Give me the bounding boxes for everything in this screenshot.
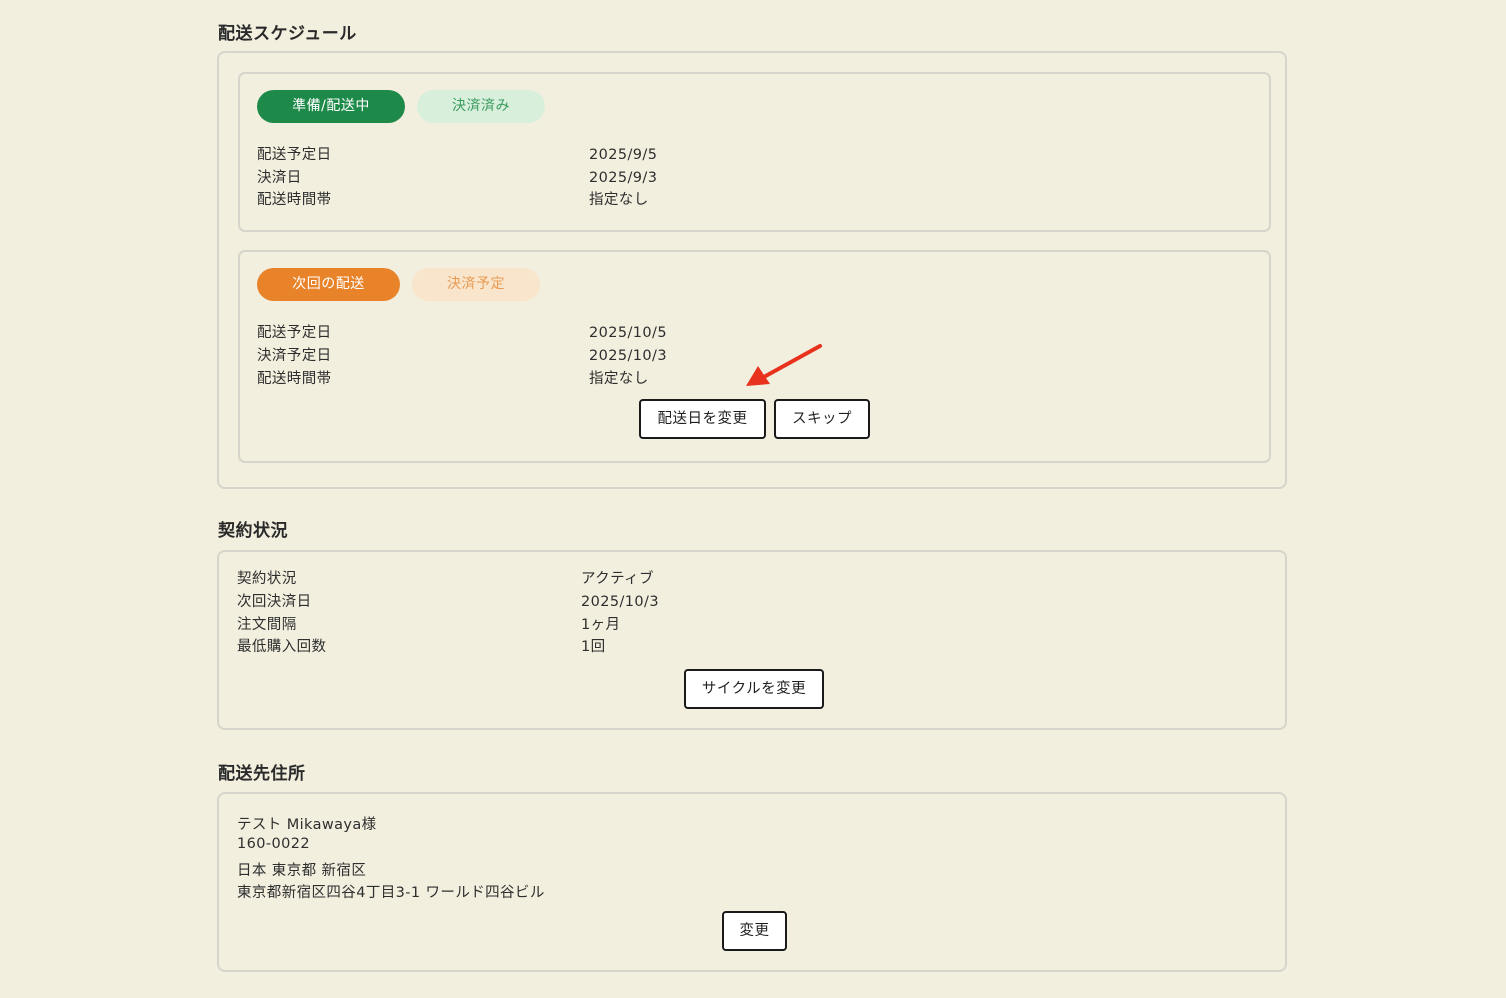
contract-title: 契約状況 xyxy=(218,521,288,541)
row-label-payment-date: 決済予定日 xyxy=(257,348,332,364)
status-badge-payment-scheduled: 決済予定 xyxy=(412,268,540,301)
status-badge-paid: 決済済み xyxy=(417,90,545,123)
delivery-schedule-title: 配送スケジュール xyxy=(218,24,357,44)
row-value-payment-date: 2025/9/3 xyxy=(589,170,658,186)
change-cycle-button[interactable]: サイクルを変更 xyxy=(684,669,824,709)
subscription-detail-page: 配送スケジュール 準備/配送中 決済済み 配送予定日 2025/9/5 決済日 … xyxy=(0,0,1506,998)
row-value-next-payment-date: 2025/10/3 xyxy=(581,594,659,610)
row-value-order-interval: 1ヶ月 xyxy=(581,617,621,633)
address-title: 配送先住所 xyxy=(218,764,306,784)
change-address-button[interactable]: 変更 xyxy=(722,911,787,951)
row-label-delivery-date: 配送予定日 xyxy=(257,147,332,163)
row-value-contract-status: アクティブ xyxy=(581,571,654,587)
address-region: 日本 東京都 新宿区 xyxy=(237,863,367,879)
row-value-delivery-time: 指定なし xyxy=(589,192,649,208)
address-card: テスト Mikawaya様 160-0022 日本 東京都 新宿区 東京都新宿区… xyxy=(217,792,1287,972)
row-label-delivery-date: 配送予定日 xyxy=(257,325,332,341)
row-label-contract-status: 契約状況 xyxy=(237,571,297,587)
row-value-payment-date: 2025/10/3 xyxy=(589,348,667,364)
status-badge-next-delivery: 次回の配送 xyxy=(257,268,400,301)
address-street: 東京都新宿区四谷4丁目3-1 ワールド四谷ビル xyxy=(237,885,545,901)
address-recipient-name: テスト Mikawaya様 xyxy=(237,817,377,833)
row-value-delivery-date: 2025/9/5 xyxy=(589,147,658,163)
row-value-minimum-purchases: 1回 xyxy=(581,639,606,655)
change-delivery-date-button[interactable]: 配送日を変更 xyxy=(639,399,766,439)
status-badge-preparing: 準備/配送中 xyxy=(257,90,405,123)
annotation-arrow-icon xyxy=(746,344,822,386)
skip-button[interactable]: スキップ xyxy=(774,399,870,439)
row-value-delivery-date: 2025/10/5 xyxy=(589,325,667,341)
delivery-schedule-card: 準備/配送中 決済済み 配送予定日 2025/9/5 決済日 2025/9/3 … xyxy=(217,51,1287,489)
row-label-order-interval: 注文間隔 xyxy=(237,617,297,633)
row-label-next-payment-date: 次回決済日 xyxy=(237,594,312,610)
row-label-delivery-time: 配送時間帯 xyxy=(257,192,332,208)
row-label-delivery-time: 配送時間帯 xyxy=(257,371,332,387)
row-value-delivery-time: 指定なし xyxy=(589,371,649,387)
contract-card: 契約状況 アクティブ 次回決済日 2025/10/3 注文間隔 1ヶ月 最低購入… xyxy=(217,550,1287,730)
address-postal-code: 160-0022 xyxy=(237,836,311,852)
current-delivery-card: 準備/配送中 決済済み 配送予定日 2025/9/5 決済日 2025/9/3 … xyxy=(238,72,1271,232)
row-label-minimum-purchases: 最低購入回数 xyxy=(237,639,327,655)
row-label-payment-date: 決済日 xyxy=(257,170,302,186)
